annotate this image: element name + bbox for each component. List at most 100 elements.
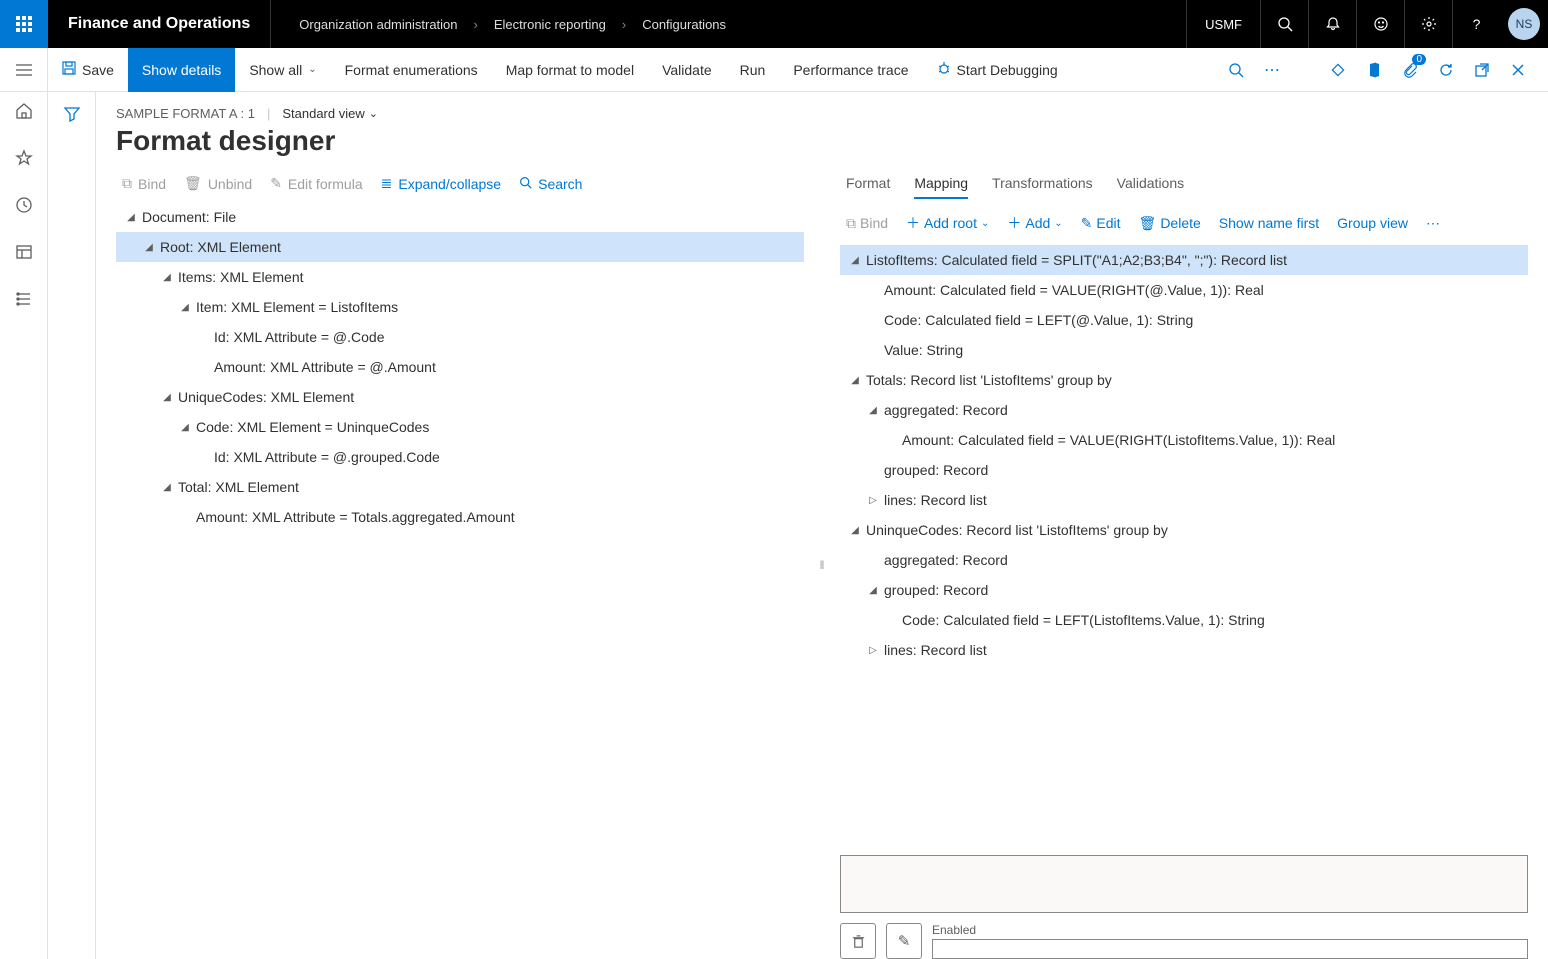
tree-row[interactable]: ◢Root: XML Element [116,232,804,262]
modules-icon[interactable] [15,290,33,313]
tree-row[interactable]: Id: XML Attribute = @.Code [116,322,804,352]
chevron-down-icon[interactable]: ◢ [160,482,174,493]
help-icon[interactable]: ? [1452,0,1500,48]
tab-format[interactable]: Format [846,175,890,199]
clock-icon[interactable] [15,196,33,219]
edit-button[interactable]: ✎ Edit [1081,215,1121,232]
chevron-down-icon[interactable]: ◢ [142,242,156,253]
tree-row[interactable]: Amount: XML Attribute = @.Amount [116,352,804,382]
map-format-button[interactable]: Map format to model [492,48,648,92]
tree-row[interactable]: ◢Code: XML Element = UninqueCodes [116,412,804,442]
close-icon[interactable] [1500,48,1536,92]
edit-formula-button[interactable]: ✎ Edit formula [270,175,362,192]
mapping-tree[interactable]: ◢ListofItems: Calculated field = SPLIT("… [840,245,1528,843]
popout-icon[interactable] [1464,48,1500,92]
chevron-right-icon[interactable]: ▷ [866,495,880,506]
tree-row[interactable]: Id: XML Attribute = @.grouped.Code [116,442,804,472]
chevron-down-icon[interactable]: ◢ [178,422,192,433]
tree-row[interactable]: Value: String [840,335,1528,365]
avatar[interactable]: NS [1508,8,1540,40]
chevron-down-icon[interactable]: ◢ [866,585,880,596]
chevron-down-icon[interactable]: ◢ [160,392,174,403]
tree-row[interactable]: ◢Items: XML Element [116,262,804,292]
chevron-down-icon[interactable]: ◢ [866,405,880,416]
tree-row[interactable]: ▷lines: Record list [840,635,1528,665]
tree-row[interactable]: Amount: XML Attribute = Totals.aggregate… [116,502,804,532]
more-icon[interactable]: ⋯ [1426,215,1440,232]
search-icon[interactable] [1260,0,1308,48]
tab-validations[interactable]: Validations [1117,175,1184,199]
add-button[interactable]: ＋ Add ⌄ [1007,213,1062,233]
breadcrumb-item[interactable]: Organization administration [299,17,457,32]
start-debugging-button[interactable]: Start Debugging [923,48,1072,92]
chevron-right-icon[interactable]: ▷ [866,645,880,656]
diamond-icon[interactable] [1320,48,1356,92]
tree-row[interactable]: ◢UniqueCodes: XML Element [116,382,804,412]
company-label[interactable]: USMF [1186,0,1260,48]
tree-row[interactable]: Code: Calculated field = LEFT(@.Value, 1… [840,305,1528,335]
formula-box[interactable] [840,855,1528,913]
tree-row[interactable]: grouped: Record [840,455,1528,485]
tree-row[interactable]: ◢Item: XML Element = ListofItems [116,292,804,322]
show-name-first-button[interactable]: Show name first [1219,215,1319,231]
unbind-button[interactable]: 🗑 Unbind [184,175,252,192]
office-icon[interactable] [1356,48,1392,92]
chevron-down-icon[interactable]: ◢ [848,525,862,536]
tree-row[interactable]: ◢ Total: XML Element [116,472,804,502]
expand-collapse-button[interactable]: ≣ Expand/collapse [381,175,501,192]
gear-icon[interactable] [1404,0,1452,48]
find-icon[interactable] [1218,48,1254,92]
filter-icon[interactable] [64,106,80,959]
chevron-down-icon[interactable]: ◢ [160,272,174,283]
save-button[interactable]: Save [48,48,128,92]
chevron-down-icon[interactable]: ◢ [848,255,862,266]
chevron-down-icon[interactable]: ◢ [178,302,192,313]
show-details-button[interactable]: Show details [128,48,235,92]
delete-button[interactable]: 🗑 Delete [1139,215,1201,232]
smiley-icon[interactable] [1356,0,1404,48]
tree-row[interactable]: ◢UninqueCodes: Record list 'ListofItems'… [840,515,1528,545]
tree-row[interactable]: ◢Document: File [116,202,804,232]
breadcrumb-item[interactable]: Configurations [642,17,726,32]
edit-square-button[interactable]: ✎ [886,923,922,959]
bell-icon[interactable] [1308,0,1356,48]
bind-button[interactable]: ⧉ Bind [122,175,166,192]
tree-row[interactable]: Code: Calculated field = LEFT(ListofItem… [840,605,1528,635]
workspace-icon[interactable] [15,243,33,266]
add-root-button[interactable]: ＋ Add root ⌄ [906,213,989,233]
tree-row[interactable]: Amount: Calculated field = VALUE(RIGHT(@… [840,275,1528,305]
home-icon[interactable] [15,102,33,125]
tab-mapping[interactable]: Mapping [914,175,968,199]
format-enumerations-button[interactable]: Format enumerations [331,48,492,92]
bind-button[interactable]: ⧉ Bind [846,215,888,232]
enabled-input[interactable] [932,939,1528,959]
chevron-down-icon[interactable]: ◢ [848,375,862,386]
tree-row[interactable]: ◢aggregated: Record [840,395,1528,425]
validate-button[interactable]: Validate [648,48,726,92]
performance-trace-button[interactable]: Performance trace [779,48,922,92]
group-view-button[interactable]: Group view [1337,215,1408,231]
tree-row[interactable]: ◢ListofItems: Calculated field = SPLIT("… [840,245,1528,275]
tab-transformations[interactable]: Transformations [992,175,1093,199]
run-button[interactable]: Run [726,48,780,92]
splitter[interactable]: ‖ [816,171,828,959]
tree-row[interactable]: aggregated: Record [840,545,1528,575]
more-icon[interactable]: ⋯ [1254,48,1290,92]
tree-row[interactable]: Amount: Calculated field = VALUE(RIGHT(L… [840,425,1528,455]
tree-row[interactable]: ◢Totals: Record list 'ListofItems' group… [840,365,1528,395]
delete-square-button[interactable] [840,923,876,959]
search-button[interactable]: Search [519,176,582,192]
chevron-down-icon[interactable]: ◢ [124,212,138,223]
refresh-icon[interactable] [1428,48,1464,92]
attachment-icon[interactable]: 0 [1392,48,1428,92]
tree-row[interactable]: ◢grouped: Record [840,575,1528,605]
view-selector[interactable]: Standard view ⌄ [282,106,378,121]
breadcrumb-item[interactable]: Electronic reporting [494,17,606,32]
format-tree[interactable]: ◢Document: File◢Root: XML Element◢Items:… [116,202,804,959]
show-all-button[interactable]: Show all ⌄ [235,48,330,92]
hamburger-icon[interactable] [0,48,48,92]
tree-row[interactable]: ▷lines: Record list [840,485,1528,515]
waffle-button[interactable] [0,0,48,48]
tree-label: Total: XML Element [178,479,299,495]
star-icon[interactable] [15,149,33,172]
